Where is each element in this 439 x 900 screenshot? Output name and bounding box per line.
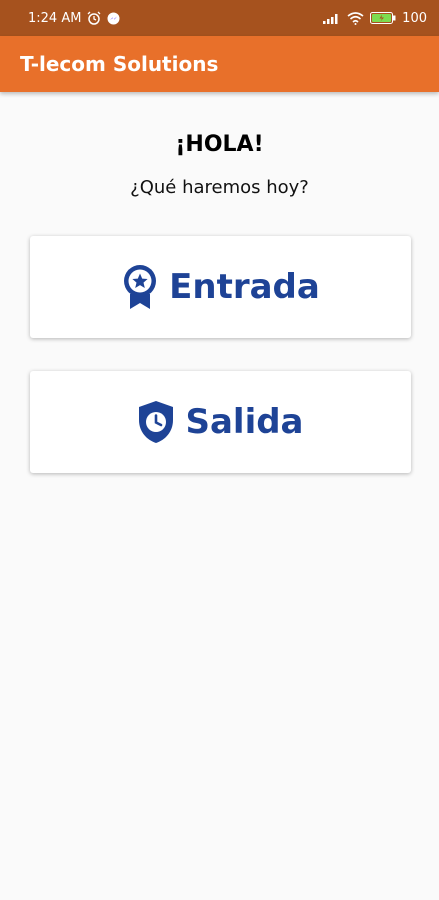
greeting-heading: ¡HOLA! [175, 132, 264, 157]
salida-label: Salida [185, 402, 304, 442]
shield-clock-icon [137, 400, 175, 444]
messenger-icon [107, 12, 120, 25]
main-content: ¡HOLA! ¿Qué haremos hoy? [0, 92, 439, 198]
signal-icon [323, 12, 341, 24]
status-bar: 1:24 AM 100 [0, 0, 439, 36]
badge-star-icon [121, 264, 159, 310]
app-title: T-lecom Solutions [20, 52, 219, 76]
alarm-icon [87, 11, 101, 25]
question-text: ¿Qué haremos hoy? [130, 177, 309, 198]
app-bar: T-lecom Solutions [0, 36, 439, 92]
salida-button[interactable]: Salida [30, 371, 411, 473]
entrada-button[interactable]: Entrada [30, 236, 411, 338]
entrada-label: Entrada [169, 267, 320, 307]
battery-level: 100 [402, 10, 427, 26]
status-time: 1:24 AM [28, 10, 82, 26]
battery-icon [370, 12, 396, 24]
status-right: 100 [323, 11, 427, 26]
status-left: 1:24 AM [28, 11, 120, 26]
wifi-icon [347, 11, 364, 25]
